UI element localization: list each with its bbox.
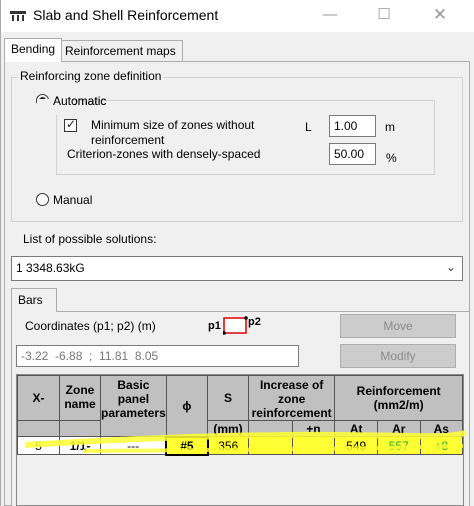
- app-icon: [10, 11, 26, 21]
- automatic-label-text: Automatic: [53, 94, 107, 108]
- solutions-label: List of possible solutions:: [23, 232, 157, 246]
- move-button[interactable]: Move: [340, 314, 456, 338]
- check-icon: ✓: [66, 117, 77, 131]
- table-row[interactable]: 5 1/1- --- #5 356 549 557 +8: [17, 435, 464, 456]
- increase-header-text: Increase of zone reinforcement: [251, 378, 332, 419]
- at-header: At: [334, 420, 378, 437]
- col-zone-header[interactable]: Zone name: [58, 375, 102, 421]
- criterion-unit: %: [386, 151, 397, 165]
- tab-reinforcement-maps[interactable]: Reinforcement maps: [59, 40, 183, 62]
- l-label: L: [305, 120, 312, 134]
- manual-radio[interactable]: [36, 193, 49, 206]
- title-bar: Slab and Shell Reinforcement — ☐ ✕: [1, 0, 474, 32]
- increase-sub-empty: [247, 420, 293, 437]
- bars-table-area: X- Zone name Basic panel parameters ϕ S …: [16, 374, 464, 506]
- criterion-value-input[interactable]: [329, 143, 376, 165]
- ar-header: Ar: [376, 420, 421, 437]
- criterion-label: Criterion-zones with densely-spaced: [67, 147, 261, 161]
- chevron-down-icon: ⌄: [445, 260, 456, 274]
- as-header: As: [419, 420, 464, 437]
- p1-p2-pick-icon[interactable]: [223, 316, 251, 336]
- row-s[interactable]: 356: [207, 436, 249, 455]
- close-icon[interactable]: ✕: [425, 4, 455, 26]
- s-unit-header: (mm): [207, 420, 249, 437]
- min-size-label-1: Minimum size of zones without: [91, 118, 255, 132]
- window-title: Slab and Shell Reinforcement: [33, 7, 219, 23]
- modify-button[interactable]: Modify: [340, 344, 456, 368]
- l-value-input[interactable]: [329, 115, 376, 137]
- row-plus-n[interactable]: [291, 436, 336, 455]
- row-increase[interactable]: [247, 436, 293, 455]
- min-size-checkbox[interactable]: ✓: [64, 117, 77, 132]
- row-at[interactable]: 549: [334, 436, 378, 455]
- row-x[interactable]: 5: [17, 436, 60, 455]
- x-sub-empty: [17, 420, 60, 437]
- row-basic[interactable]: ---: [100, 436, 167, 455]
- coordinates-label: Coordinates (p1; p2) (m): [25, 319, 156, 333]
- plus-n-header: +n: [291, 420, 336, 437]
- l-unit: m: [385, 120, 395, 134]
- slab-shell-reinforcement-window: Slab and Shell Reinforcement — ☐ ✕ Bendi…: [0, 0, 474, 506]
- tab-bars[interactable]: Bars: [11, 288, 57, 312]
- bars-table: X- Zone name Basic panel parameters ϕ S …: [17, 375, 464, 456]
- manual-label: Manual: [53, 193, 93, 207]
- solutions-selected: 1 3348.63kG: [16, 261, 85, 275]
- tab-bending[interactable]: Bending: [4, 38, 63, 62]
- zone-sub-empty: [58, 420, 102, 437]
- row-phi[interactable]: #5: [165, 435, 209, 456]
- p2-label: p2: [248, 316, 261, 328]
- row-zone[interactable]: 1/1-: [58, 436, 102, 455]
- row-ar[interactable]: 557: [376, 436, 421, 455]
- coordinates-input[interactable]: [16, 345, 299, 367]
- basic-header-text: Basic panel parameters: [101, 378, 166, 420]
- min-size-label-2: reinforcement: [91, 133, 165, 147]
- p1-label: p1: [208, 320, 221, 332]
- col-s-header[interactable]: S: [207, 375, 249, 421]
- maximize-icon[interactable]: ☐: [369, 4, 399, 26]
- col-x-header[interactable]: X-: [17, 375, 60, 421]
- row-as[interactable]: +8: [419, 436, 464, 455]
- col-increase-header[interactable]: Increase of zone reinforcement: [247, 375, 336, 421]
- col-basic-header[interactable]: Basic panel parameters: [100, 375, 167, 437]
- col-phi-header[interactable]: ϕ: [165, 375, 209, 437]
- zone-header-text: Zone name: [64, 383, 96, 411]
- minimize-icon[interactable]: —: [315, 4, 345, 26]
- col-reinforcement-header[interactable]: Reinforcement (mm2/m): [334, 375, 463, 421]
- zone-definition-legend: Reinforcing zone definition: [17, 69, 165, 83]
- solutions-dropdown[interactable]: 1 3348.63kG ⌄: [11, 256, 463, 281]
